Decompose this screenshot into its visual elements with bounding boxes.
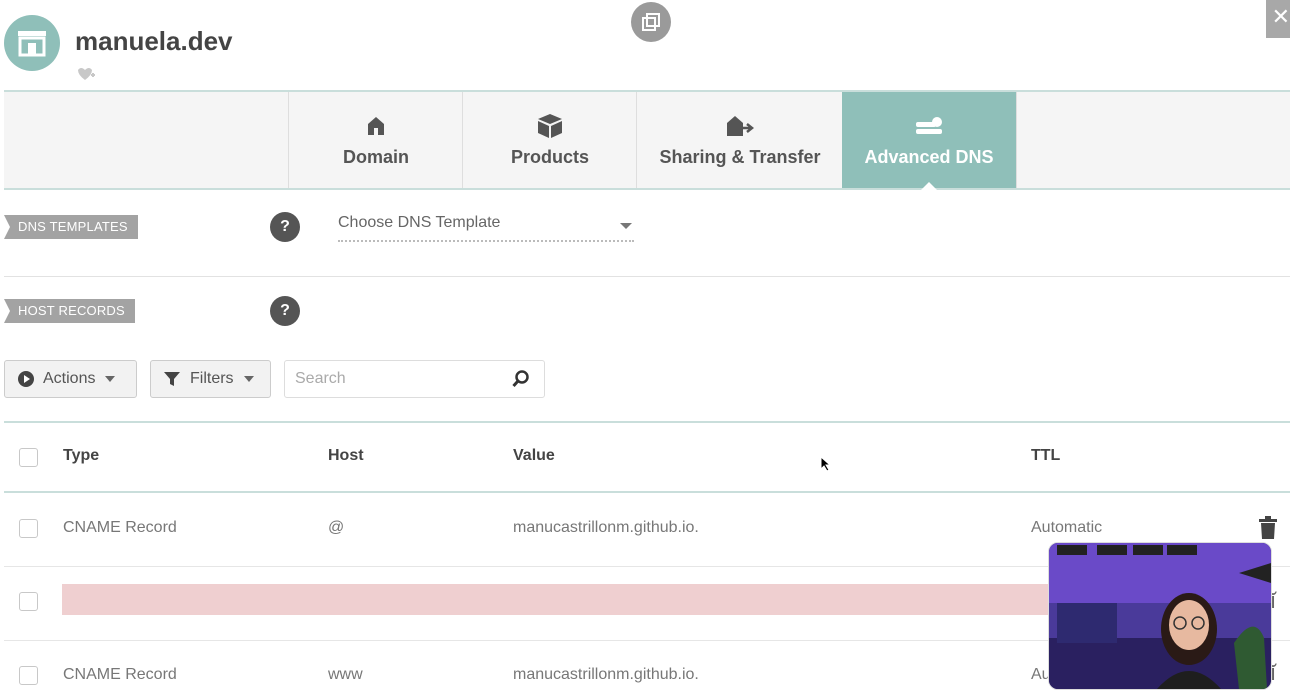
record-type: CNAME Record	[63, 666, 177, 683]
record-ttl[interactable]: Automatic	[1031, 519, 1102, 537]
presenter-video-image	[1049, 543, 1271, 689]
mouse-cursor-icon	[820, 456, 832, 472]
box-icon	[538, 113, 562, 138]
chevron-down-icon	[620, 223, 632, 229]
row-checkbox[interactable]	[19, 666, 38, 685]
record-type: CNAME Record	[63, 519, 177, 536]
tab-products-label: Products	[510, 146, 589, 167]
tab-advanced-dns[interactable]: Advanced DNS	[842, 92, 1016, 190]
domain-tabs: Domain Products Sharing & Transfer Advan…	[4, 90, 1290, 190]
deleted-record-row	[62, 584, 1062, 615]
webcam-overlay	[1048, 542, 1272, 690]
transfer-icon	[727, 115, 754, 136]
tab-sharing-transfer[interactable]: Sharing & Transfer	[636, 92, 843, 188]
chevron-down-icon	[105, 376, 116, 382]
select-all-checkbox[interactable]	[19, 448, 38, 467]
tab-products[interactable]: Products	[462, 92, 637, 188]
popout-icon	[642, 13, 660, 31]
tab-domain-label: Domain	[342, 146, 409, 167]
close-icon[interactable]: ✕	[1266, 0, 1290, 38]
search-icon[interactable]	[512, 370, 530, 388]
site-avatar	[4, 15, 60, 71]
play-circle-icon	[18, 371, 34, 387]
home-icon	[368, 116, 384, 135]
chevron-down-icon	[243, 376, 254, 382]
search-input[interactable]	[293, 361, 497, 397]
trash-icon[interactable]	[1258, 516, 1278, 540]
actions-label: Actions	[43, 370, 96, 387]
column-header-type[interactable]: Type	[63, 447, 99, 465]
search-field[interactable]	[284, 360, 545, 398]
tab-advanced-dns-label: Advanced DNS	[864, 146, 994, 167]
popout-button[interactable]	[631, 2, 671, 42]
filters-label: Filters	[190, 370, 234, 387]
record-host[interactable]: www	[328, 666, 363, 684]
column-header-host[interactable]: Host	[328, 447, 364, 465]
dns-templates-help-button[interactable]: ?	[270, 212, 300, 242]
dns-template-select[interactable]: Choose DNS Template	[338, 214, 634, 242]
record-value[interactable]: manucastrillonm.github.io.	[513, 666, 699, 684]
filter-icon	[164, 372, 180, 386]
tab-divider	[1016, 92, 1017, 188]
section-divider	[4, 276, 1290, 277]
dns-icon	[916, 116, 942, 134]
storefront-icon	[18, 31, 46, 57]
dns-template-select-value: Choose DNS Template	[338, 214, 501, 231]
table-header-border	[4, 491, 1290, 493]
tag-heart-icon[interactable]	[76, 66, 96, 82]
tab-sharing-transfer-label: Sharing & Transfer	[659, 146, 821, 167]
host-records-help-button[interactable]: ?	[270, 296, 300, 326]
site-title: manuela.dev	[75, 26, 233, 56]
record-value[interactable]: manucastrillonm.github.io.	[513, 519, 699, 537]
table-top-border	[4, 421, 1290, 423]
column-header-ttl[interactable]: TTL	[1031, 447, 1060, 465]
record-host[interactable]: @	[328, 519, 344, 537]
filters-button[interactable]: Filters	[150, 360, 271, 398]
row-checkbox[interactable]	[19, 592, 38, 611]
host-records-tag: HOST RECORDS	[4, 299, 135, 323]
tab-domain[interactable]: Domain	[288, 92, 463, 188]
actions-button[interactable]: Actions	[4, 360, 137, 398]
row-checkbox[interactable]	[19, 519, 38, 538]
dns-templates-tag: DNS TEMPLATES	[4, 215, 138, 239]
column-header-value[interactable]: Value	[513, 447, 555, 465]
